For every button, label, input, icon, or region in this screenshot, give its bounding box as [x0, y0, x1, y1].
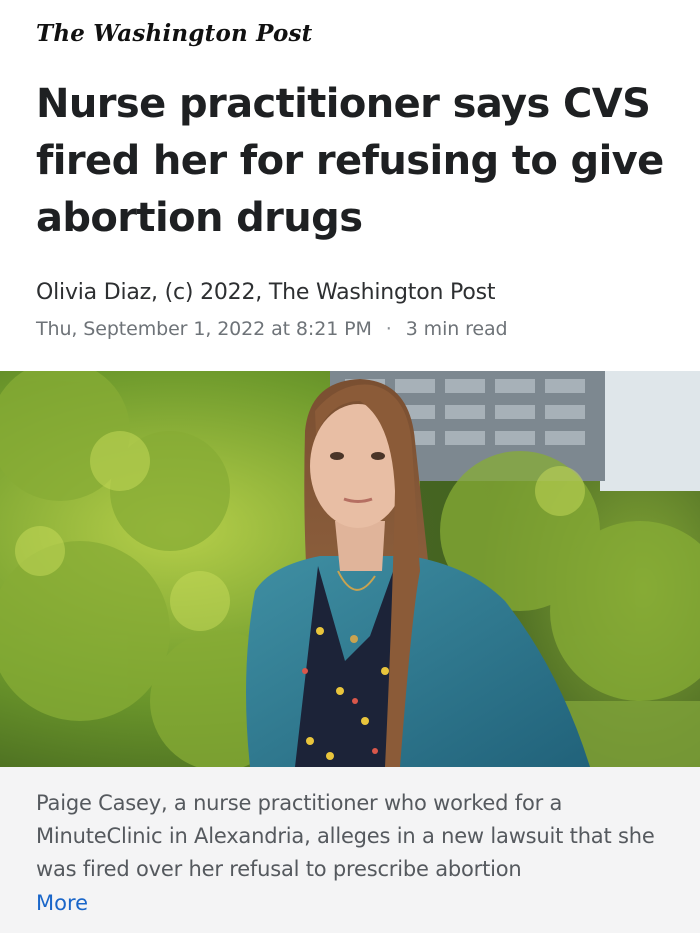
more-link[interactable]: More — [36, 891, 88, 915]
article-date: Thu, September 1, 2022 at 8:21 PM — [36, 318, 372, 340]
photo-caption: Paige Casey, a nurse practitioner who wo… — [36, 791, 655, 881]
caption-area: Paige Casey, a nurse practitioner who wo… — [0, 767, 700, 933]
photo-illustration — [0, 371, 700, 767]
article-meta: Thu, September 1, 2022 at 8:21 PM · 3 min … — [36, 318, 508, 340]
read-time: 3 min read — [405, 318, 508, 340]
article-headline: Nurse practitioner says CVS fired her fo… — [36, 81, 664, 241]
article-photo[interactable] — [0, 371, 700, 767]
meta-separator: · — [385, 318, 392, 340]
article-byline: Olivia Diaz, (c) 2022, The Washington Po… — [36, 280, 496, 305]
masthead-logo[interactable]: The Washington Post — [36, 20, 313, 47]
